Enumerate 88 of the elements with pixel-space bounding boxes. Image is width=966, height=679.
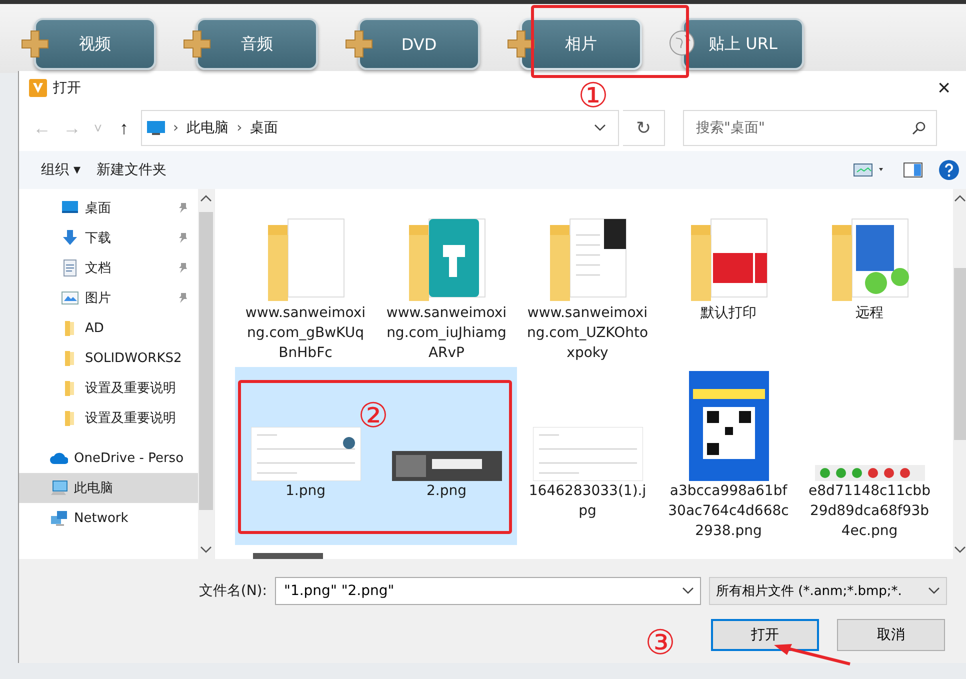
document-icon	[61, 259, 79, 277]
file-item[interactable]: www.sanweimoxing.com_UZKOhtoxpoky	[517, 189, 658, 367]
toolbar-button[interactable]: 相片	[520, 18, 642, 70]
filename-label: 文件名(N):	[198, 582, 267, 600]
cancel-button[interactable]: 取消	[837, 619, 945, 651]
sidebar-item-label: Network	[74, 510, 130, 526]
scroll-down-icon	[954, 545, 966, 554]
preview-pane-icon	[903, 162, 923, 178]
sidebar-item[interactable]: 文档	[19, 253, 198, 283]
sidebar-item[interactable]: 设置及重要说明	[19, 373, 198, 403]
sidebar-item-label: SOLIDWORKS2	[85, 350, 183, 366]
file-name: 远程	[854, 304, 884, 323]
sidebar-item-label: 图片	[85, 290, 112, 307]
sidebar-item-label: OneDrive - Perso	[74, 450, 185, 466]
down-arrow-icon	[61, 229, 79, 247]
file-name: e8d71148c11cbb29d89dca68f93b4ec.png	[808, 482, 932, 541]
chevron-icon: ›	[236, 120, 242, 136]
app-logo-icon	[29, 79, 47, 97]
network-icon	[50, 509, 68, 527]
computer-icon	[50, 479, 68, 497]
file-item[interactable]: 默认打印	[658, 189, 799, 367]
sidebar-item-label: 此电脑	[74, 480, 114, 497]
file-item[interactable]: www.sanweimoxing.com_iuJhiamgARvP	[376, 189, 517, 367]
globe-icon	[668, 29, 696, 57]
search-box[interactable]: 搜索"桌面"	[683, 110, 937, 146]
file-name: 1.png	[284, 482, 326, 501]
sidebar-item-label: 文档	[85, 260, 112, 277]
open-button[interactable]: 打开	[711, 619, 819, 651]
toolbar-button[interactable]: DVD	[358, 18, 480, 70]
file-item[interactable]: www.sanweimoxing.com_gBwKUqBnHbFc	[235, 189, 376, 367]
plus-icon	[20, 29, 50, 59]
sidebar-item[interactable]: 图片	[19, 283, 198, 313]
plus-icon	[506, 29, 536, 59]
file-name: 默认打印	[700, 304, 758, 323]
sidebar-item[interactable]: Network	[19, 503, 198, 533]
filename-box[interactable]: "1.png" "2.png"	[275, 577, 701, 605]
picture-icon	[61, 289, 79, 307]
new-folder-button[interactable]: 新建文件夹	[96, 161, 166, 179]
step-number: ③	[645, 625, 676, 661]
file-item[interactable]: 远程	[799, 189, 940, 367]
scroll-up-icon	[200, 194, 212, 203]
refresh-button[interactable]: ↻	[623, 110, 665, 146]
window-title: 打开	[53, 79, 81, 97]
sidebar-item[interactable]: 此电脑	[19, 473, 198, 503]
help-icon	[939, 160, 959, 180]
sidebar-item-label: 桌面	[85, 200, 112, 217]
file-name: www.sanweimoxing.com_iuJhiamgARvP	[385, 304, 508, 363]
file-name: a3bcca998a61bf30ac764c4d668c2938.png	[667, 482, 790, 541]
file-item[interactable]: e8d71148c11cbb29d89dca68f93b4ec.png	[799, 367, 940, 545]
partial-thumbnail	[253, 553, 323, 559]
sidebar-item-label: 设置及重要说明	[85, 410, 177, 427]
close-button[interactable]: ×	[921, 71, 966, 105]
file-name: 1646283033(1).jpg	[528, 482, 648, 521]
toolbar-button[interactable]: 音频	[196, 18, 318, 70]
monitor-icon	[147, 121, 165, 135]
dropdown-icon	[682, 587, 694, 595]
scroll-up-icon	[954, 194, 966, 203]
dropdown-icon	[928, 587, 940, 595]
chevron-icon: ›	[173, 120, 179, 136]
sidebar-item[interactable]: OneDrive - Perso	[19, 443, 198, 473]
sidebar-item[interactable]: 设置及重要说明	[19, 403, 198, 433]
dropdown-icon	[594, 124, 606, 132]
up-button[interactable]: ↑	[111, 118, 137, 138]
toolbar-button[interactable]: 视频	[34, 18, 156, 70]
file-type-dropdown[interactable]: 所有相片文件 (*.anm;*.bmp;*.	[709, 577, 947, 605]
sidebar-item-label: AD	[85, 320, 105, 336]
sidebar-item[interactable]: 下载	[19, 223, 198, 253]
scroll-down-icon	[200, 545, 212, 554]
file-name: www.sanweimoxing.com_gBwKUqBnHbFc	[244, 304, 367, 363]
scrollbar[interactable]	[953, 189, 966, 559]
file-item[interactable]: 1646283033(1).jpg	[517, 367, 658, 545]
plus-icon	[344, 29, 374, 59]
breadcrumb-item[interactable]: 此电脑	[186, 119, 229, 137]
search-icon	[912, 121, 926, 135]
breadcrumb-item[interactable]: 桌面	[250, 119, 278, 137]
sidebar-item[interactable]: 桌面	[19, 193, 198, 223]
sidebar-item[interactable]: AD	[19, 313, 198, 343]
file-item[interactable]: a3bcca998a61bf30ac764c4d668c2938.png	[658, 367, 799, 545]
plus-icon	[182, 29, 212, 59]
file-name: www.sanweimoxing.com_UZKOhtoxpoky	[526, 304, 650, 363]
sidebar-item-label: 设置及重要说明	[85, 380, 177, 397]
scrollbar[interactable]	[198, 189, 214, 559]
file-name: 2.png	[425, 482, 468, 501]
toolbar-button[interactable]: 贴上 URL	[682, 18, 804, 70]
organize-button[interactable]: 组织 ▾	[41, 161, 80, 179]
address-bar[interactable]: › 此电脑 › 桌面	[141, 110, 619, 146]
sidebar-item[interactable]: SOLIDWORKS2	[19, 343, 198, 373]
sidebar-item-label: 下载	[85, 230, 112, 247]
